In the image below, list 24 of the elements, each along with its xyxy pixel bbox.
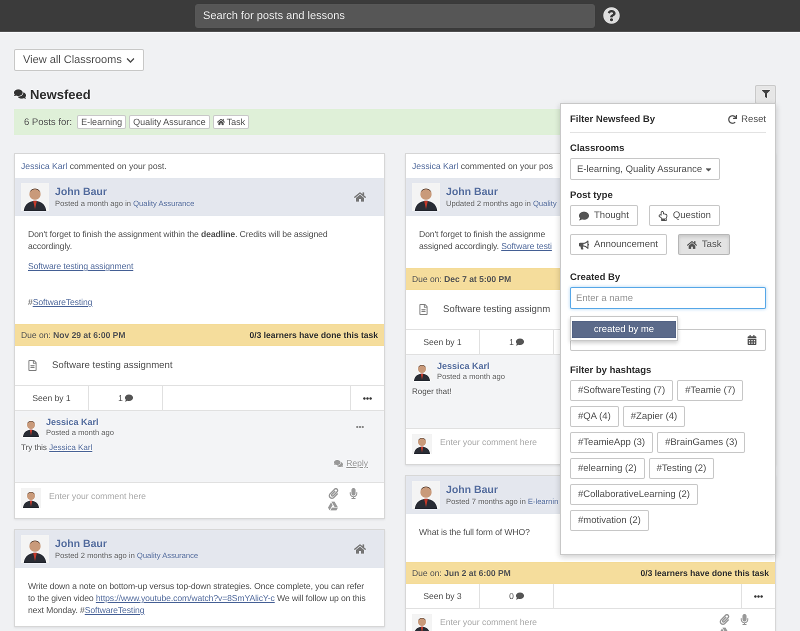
- field-label: Filter by hashtags: [570, 365, 652, 376]
- due-date: Due on: Nov 29 at 6:00 PM: [21, 330, 126, 340]
- filter-tag: Quality Assurance: [129, 115, 210, 129]
- due-date: Due on: Jun 2 at 6:00 PM: [412, 568, 511, 578]
- filter-tag: E-learning: [77, 115, 126, 129]
- completion-text: 0/3 learners have done this task: [249, 330, 378, 340]
- post-text: Don't forget to finish the assignme assigned accordingly. Software testi: [419, 228, 552, 252]
- page-heading: Newsfeed: [30, 86, 91, 102]
- panel-title: Filter Newsfeed By: [570, 114, 655, 125]
- comment-text: Try this Jessica Karl: [21, 443, 92, 452]
- comment-text: Roger that!: [412, 387, 452, 396]
- field-label: Post type: [570, 190, 614, 201]
- post-text: #SoftwareTesting: [28, 296, 92, 308]
- post-count: 6 Posts for:: [24, 116, 72, 128]
- post-text: Write down a note on bottom-up versus top-down strategies. Once complete, you can refer to the given video https://www.youtube.com/watch?v=8SmYAlicY-c We will follow up on this next Monday. #SoftwareTesting: [28, 580, 367, 616]
- due-date: Due on: Dec 7 at 5:00 PM: [412, 274, 512, 284]
- completion-text: 0/3 learners have done this task: [640, 568, 769, 578]
- field-label: Classrooms: [570, 143, 626, 154]
- notification-text: Jessica Karl commented on your post.: [20, 160, 168, 173]
- notification-text: Jessica Karl commented on your pos: [411, 160, 554, 173]
- post-text: Don't forget to finish the assignment within the deadline. Credits will be assigned accordingly.: [28, 228, 329, 252]
- post-text: What is the full form of WHO?: [419, 526, 530, 538]
- field-label: Created By: [570, 272, 622, 283]
- filter-tag: Task: [212, 115, 250, 129]
